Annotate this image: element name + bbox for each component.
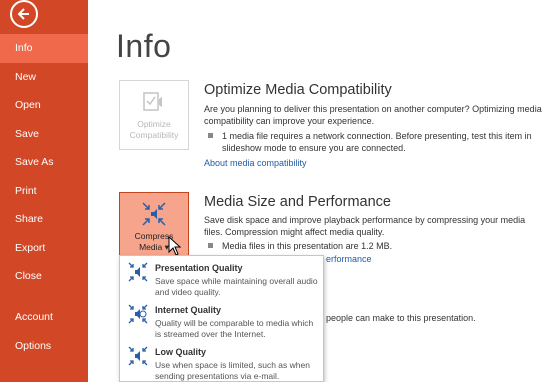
- compress-bullet-text: Media files in this presentation are 1.2…: [222, 241, 393, 251]
- sidebar-item-share[interactable]: Share: [0, 205, 88, 234]
- optimize-section-description: Are you planning to deliver this present…: [204, 104, 542, 126]
- optimize-compatibility-button[interactable]: Optimize Compatibility: [119, 80, 189, 150]
- menu-item-description: Quality will be comparable to media whic…: [155, 318, 314, 339]
- compress-bullet: Media files in this presentation are 1.2…: [208, 240, 538, 252]
- page-title: Info: [116, 28, 172, 64]
- bullet-icon: [208, 133, 213, 138]
- menu-item-title: Internet Quality: [155, 305, 222, 315]
- menu-item-title: Presentation Quality: [155, 263, 243, 273]
- sidebar-nav-bottom: Account Options: [0, 303, 88, 360]
- menu-item-title: Low Quality: [155, 347, 207, 357]
- optimize-bullet-text: 1 media file requires a network connecti…: [222, 131, 532, 153]
- optimize-tile-label-2: Compatibility: [129, 130, 179, 140]
- menu-item-internet-quality[interactable]: Internet Quality Quality will be compara…: [120, 300, 323, 340]
- sidebar-item-account[interactable]: Account: [0, 303, 88, 332]
- menu-item-low-quality[interactable]: Low Quality Use when space is limited, s…: [120, 342, 323, 382]
- compress-section-description: Save disk space and improve playback per…: [204, 215, 526, 237]
- low-quality-icon: [128, 346, 148, 366]
- compress-section-title: Media Size and Performance: [204, 194, 391, 210]
- sidebar-item-open[interactable]: Open: [0, 91, 88, 120]
- menu-item-presentation-quality[interactable]: Presentation Quality Save space while ma…: [120, 258, 323, 298]
- optimize-section-title: Optimize Media Compatibility: [204, 82, 392, 98]
- sidebar-nav: Info New Open Save Save As Print Share E…: [0, 34, 88, 291]
- compress-media-icon: [142, 202, 166, 226]
- compress-media-menu: Presentation Quality Save space while ma…: [119, 255, 324, 382]
- internet-quality-icon: [128, 304, 148, 324]
- back-arrow-icon: [17, 8, 29, 20]
- sidebar-item-save-as[interactable]: Save As: [0, 148, 88, 177]
- about-media-compatibility-link[interactable]: About media compatibility: [204, 158, 307, 168]
- sidebar-item-options[interactable]: Options: [0, 332, 88, 361]
- sidebar-item-close[interactable]: Close: [0, 262, 88, 291]
- sidebar-item-save[interactable]: Save: [0, 120, 88, 149]
- menu-item-description: Save space while maintaining overall aud…: [155, 276, 318, 297]
- back-button[interactable]: [10, 0, 38, 28]
- sidebar-item-export[interactable]: Export: [0, 234, 88, 263]
- optimize-media-icon: [143, 92, 162, 111]
- sidebar-item-info[interactable]: Info: [0, 34, 88, 63]
- backstage-sidebar: Info New Open Save Save As Print Share E…: [0, 0, 88, 382]
- sidebar-item-new[interactable]: New: [0, 63, 88, 92]
- menu-item-description: Use when space is limited, such as when …: [155, 360, 310, 381]
- mouse-cursor-icon: [168, 236, 182, 256]
- bullet-icon: [208, 243, 213, 248]
- presentation-quality-icon: [128, 262, 148, 282]
- partial-description-text: people can make to this presentation.: [326, 313, 476, 323]
- playback-performance-link[interactable]: erformance: [326, 254, 372, 264]
- optimize-bullet: 1 media file requires a network connecti…: [208, 130, 538, 154]
- optimize-tile-label-1: Optimize: [137, 119, 171, 129]
- sidebar-item-print[interactable]: Print: [0, 177, 88, 206]
